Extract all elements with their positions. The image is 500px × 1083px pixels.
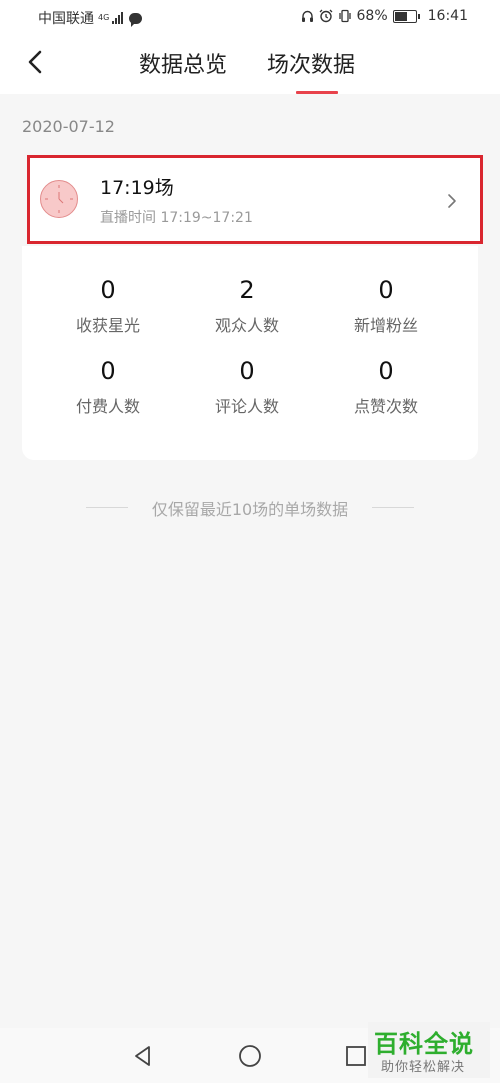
session-date: 2020-07-12 bbox=[22, 117, 115, 136]
stat-value: 0 bbox=[378, 357, 394, 385]
stat-label: 新增粉丝 bbox=[353, 316, 418, 335]
stat-value: 0 bbox=[100, 357, 116, 385]
session-title: 17:19场 bbox=[100, 177, 174, 199]
retention-note-text: 仅保留最近10场的单场数据 bbox=[151, 500, 349, 519]
recents-square-icon[interactable] bbox=[344, 1044, 368, 1068]
battery-icon bbox=[392, 9, 420, 23]
chevron-right-icon bbox=[448, 194, 456, 208]
watermark-logo: 百科全说 助你轻松解决 bbox=[368, 1022, 490, 1078]
watermark-subtitle: 助你轻松解决 bbox=[381, 1060, 466, 1075]
stat-likes: 0 点赞次数 bbox=[316, 357, 456, 417]
stat-label: 点赞次数 bbox=[353, 397, 418, 416]
status-bar: 中国联通 4G 68% 16:41 bbox=[0, 0, 500, 34]
session-card[interactable]: 17:19场 直播时间 17:19~17:21 bbox=[27, 155, 483, 244]
stat-stars: 0 收获星光 bbox=[38, 276, 178, 336]
watermark-title: 百科全说 bbox=[374, 1030, 474, 1058]
stat-viewers: 2 观众人数 bbox=[177, 276, 317, 336]
signal-icon bbox=[112, 12, 124, 24]
clock-time: 16:41 bbox=[427, 8, 468, 24]
back-triangle-icon[interactable] bbox=[131, 1044, 155, 1068]
session-time-row: 直播时间 17:19~17:21 bbox=[100, 207, 253, 227]
stat-new-fans: 0 新增粉丝 bbox=[316, 276, 456, 336]
stat-label: 评论人数 bbox=[214, 397, 279, 416]
vibrate-icon bbox=[338, 9, 351, 23]
carrier-label: 中国联通 bbox=[38, 11, 94, 27]
back-arrow-icon[interactable] bbox=[18, 44, 54, 80]
tab-data-overview[interactable]: 数据总览 bbox=[139, 47, 227, 79]
stat-comments: 0 评论人数 bbox=[177, 357, 317, 417]
stat-value: 0 bbox=[100, 276, 116, 304]
alarm-icon bbox=[319, 9, 332, 23]
clock-icon bbox=[40, 180, 78, 218]
session-time-label: 直播时间 bbox=[100, 210, 156, 226]
stat-label: 收获星光 bbox=[75, 316, 140, 335]
active-tab-indicator bbox=[296, 91, 338, 94]
message-icon bbox=[129, 12, 143, 27]
retention-note: 仅保留最近10场的单场数据 bbox=[0, 495, 500, 519]
status-left: 中国联通 4G bbox=[38, 8, 143, 28]
status-right: 68% 16:41 bbox=[301, 8, 468, 24]
stat-label: 观众人数 bbox=[214, 316, 279, 335]
stats-card: 0 收获星光 2 观众人数 0 新增粉丝 0 付费人数 0 评论人数 0 点赞次… bbox=[22, 246, 478, 460]
home-circle-icon[interactable] bbox=[238, 1044, 262, 1068]
tab-session-data[interactable]: 场次数据 bbox=[267, 47, 355, 79]
network-type-label: 4G bbox=[98, 13, 110, 22]
divider-right bbox=[372, 507, 414, 508]
top-nav: 数据总览 场次数据 bbox=[0, 34, 500, 94]
session-time-range: 17:19~17:21 bbox=[160, 210, 253, 226]
battery-percent: 68% bbox=[356, 8, 388, 24]
stat-label: 付费人数 bbox=[75, 397, 140, 416]
stat-value: 2 bbox=[239, 276, 255, 304]
stat-value: 0 bbox=[239, 357, 255, 385]
stat-payers: 0 付费人数 bbox=[38, 357, 178, 417]
headphone-icon bbox=[301, 10, 313, 22]
stat-value: 0 bbox=[378, 276, 394, 304]
